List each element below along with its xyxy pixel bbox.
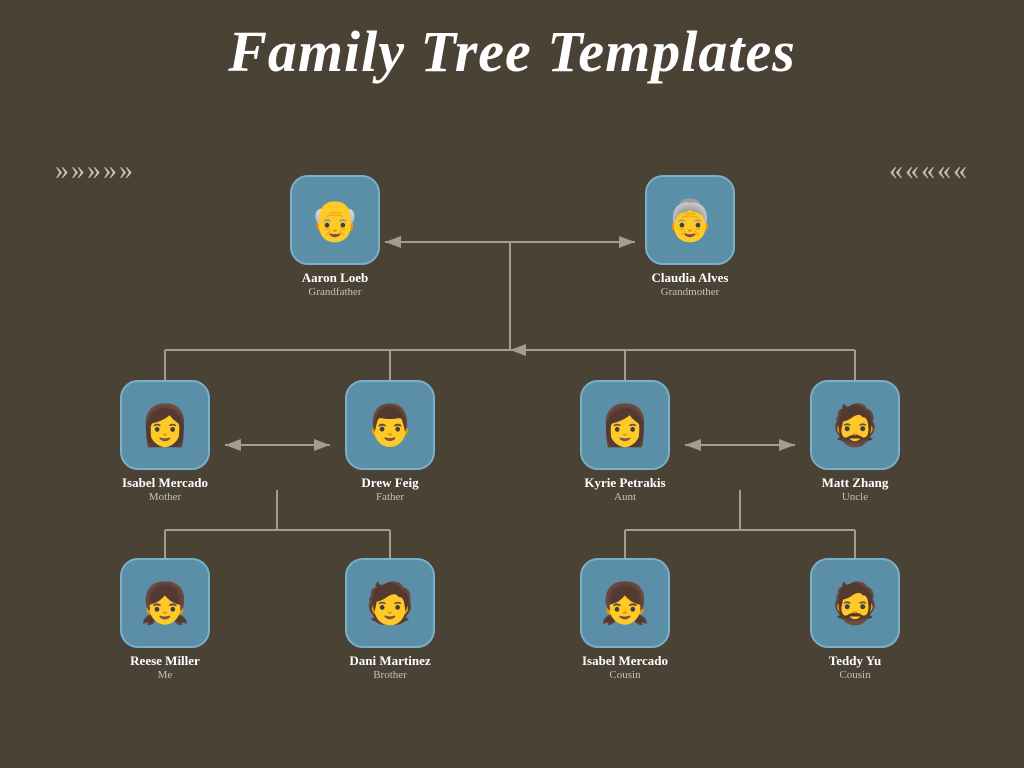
role-kyrie: Aunt (614, 491, 636, 503)
name-reese: Reese Miller (130, 653, 200, 669)
role-aaron: Grandfather (308, 286, 361, 298)
person-isabel-mom: 👩 Isabel Mercado Mother (110, 380, 220, 503)
role-isabel-mom: Mother (149, 491, 181, 503)
name-kyrie: Kyrie Petrakis (584, 475, 665, 491)
photo-teddy: 🧔 (810, 558, 900, 648)
chevron-right-icon: ««««« (889, 155, 969, 187)
name-teddy: Teddy Yu (829, 653, 881, 669)
person-matt: 🧔 Matt Zhang Uncle (800, 380, 910, 503)
role-claudia: Grandmother (661, 286, 720, 298)
photo-reese: 👧 (120, 558, 210, 648)
photo-isabel-mom: 👩 (120, 380, 210, 470)
person-claudia: 👵 Claudia Alves Grandmother (635, 175, 745, 298)
role-teddy: Cousin (839, 669, 870, 681)
name-claudia: Claudia Alves (652, 270, 729, 286)
name-drew: Drew Feig (361, 475, 418, 491)
name-matt: Matt Zhang (822, 475, 889, 491)
photo-claudia: 👵 (645, 175, 735, 265)
role-drew: Father (376, 491, 404, 503)
name-isabel-mom: Isabel Mercado (122, 475, 208, 491)
person-dani: 🧑 Dani Martinez Brother (335, 558, 445, 681)
person-reese: 👧 Reese Miller Me (110, 558, 220, 681)
name-aaron: Aaron Loeb (302, 270, 369, 286)
photo-matt: 🧔 (810, 380, 900, 470)
person-drew: 👨 Drew Feig Father (335, 380, 445, 503)
person-kyrie: 👩 Kyrie Petrakis Aunt (570, 380, 680, 503)
name-dani: Dani Martinez (349, 653, 430, 669)
photo-aaron: 👴 (290, 175, 380, 265)
role-reese: Me (158, 669, 173, 681)
person-isabel-cous: 👧 Isabel Mercado Cousin (570, 558, 680, 681)
photo-kyrie: 👩 (580, 380, 670, 470)
chevron-left-icon: »»»»» (55, 155, 135, 187)
photo-isabel-cous: 👧 (580, 558, 670, 648)
page-title: Family Tree Templates (0, 0, 1024, 85)
role-dani: Brother (373, 669, 407, 681)
photo-dani: 🧑 (345, 558, 435, 648)
photo-drew: 👨 (345, 380, 435, 470)
role-isabel-cous: Cousin (609, 669, 640, 681)
person-teddy: 🧔 Teddy Yu Cousin (800, 558, 910, 681)
name-isabel-cous: Isabel Mercado (582, 653, 668, 669)
person-aaron: 👴 Aaron Loeb Grandfather (280, 175, 390, 298)
role-matt: Uncle (842, 491, 868, 503)
